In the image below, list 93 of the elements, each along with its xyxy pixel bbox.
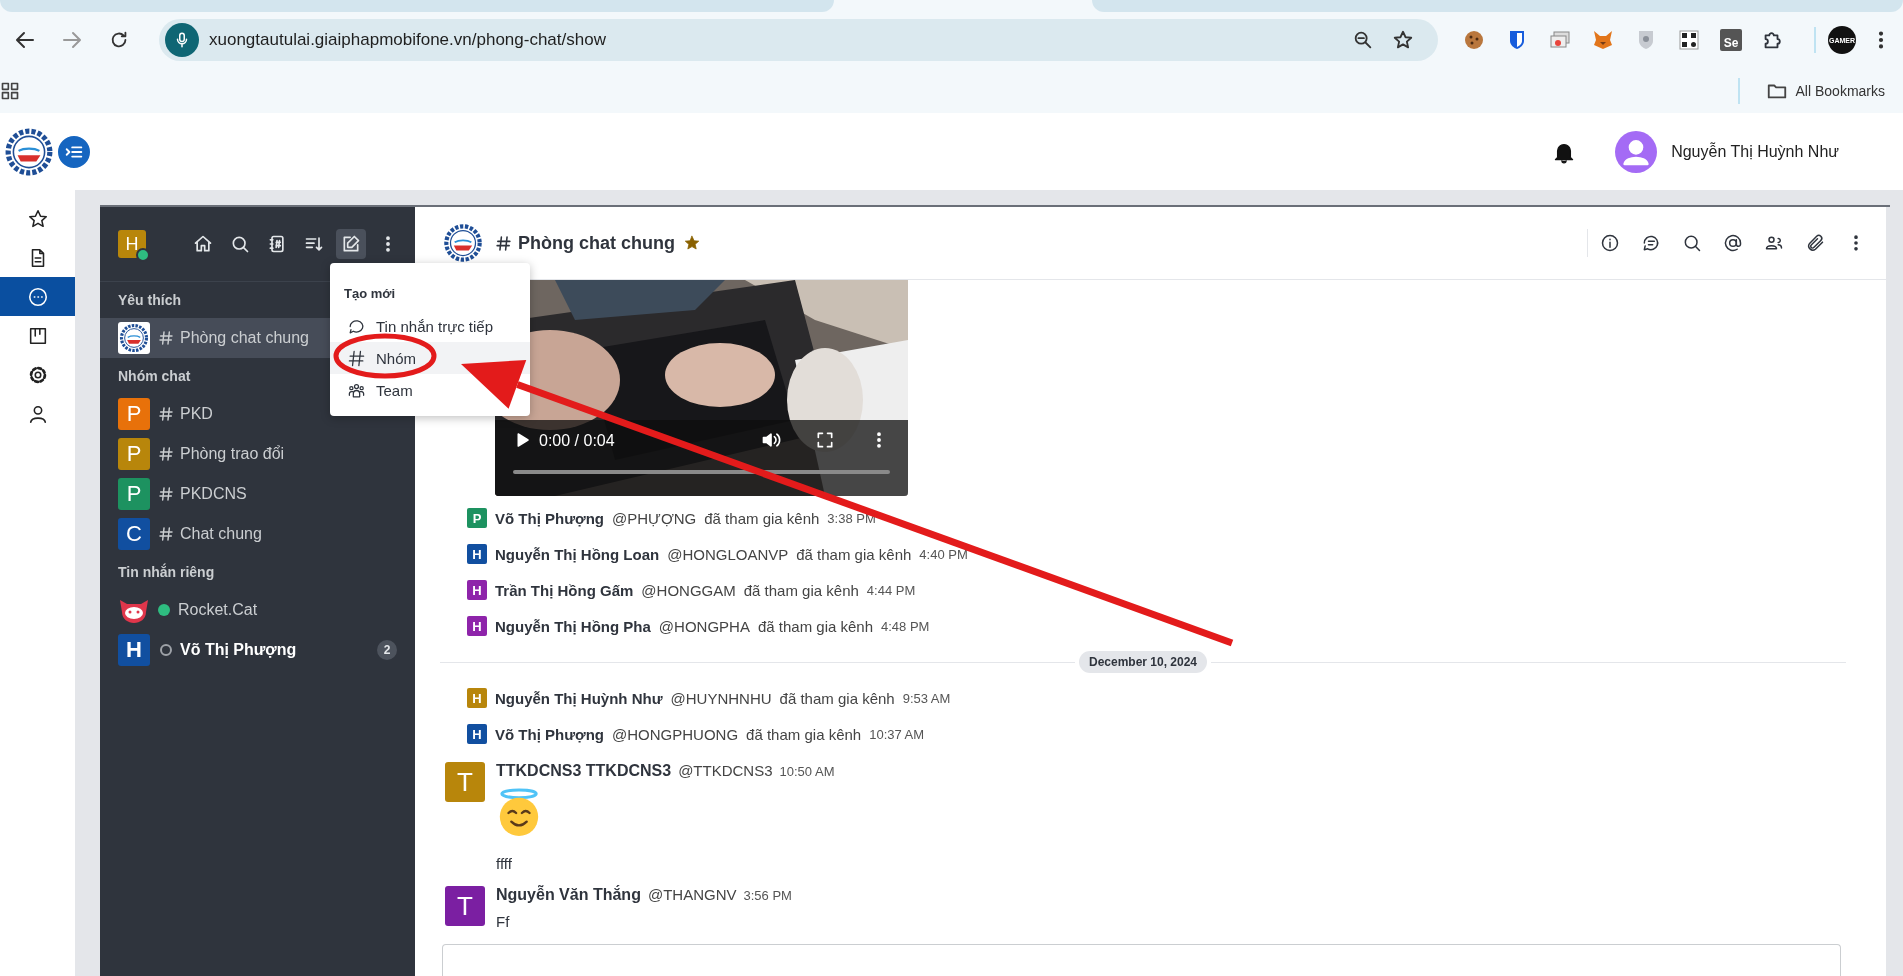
room-avatar: P	[118, 398, 150, 430]
username: @HONGPHUONG	[612, 725, 739, 743]
progress-track[interactable]	[513, 470, 890, 474]
room-item[interactable]: C Chat chung	[100, 514, 415, 554]
room-name: PKDCNS	[180, 485, 247, 503]
user-name[interactable]: Nguyễn Văn Thắng	[496, 886, 641, 904]
hash-icon	[347, 348, 366, 368]
system-text: đã tham gia kênh	[746, 725, 862, 743]
user-name[interactable]: Võ Thị Phượng	[495, 725, 604, 743]
fullscreen-icon[interactable]	[815, 430, 835, 450]
zoom-out-icon[interactable]	[1352, 29, 1374, 51]
room-item[interactable]: Rocket.Cat	[100, 590, 415, 630]
hash-icon	[158, 526, 174, 542]
username: @HONGPHA	[658, 617, 750, 635]
unread-badge: 2	[377, 640, 397, 660]
room-name: PKD	[180, 405, 213, 423]
username: @HUYNHNHU	[670, 689, 772, 707]
logo-icon	[4, 126, 54, 177]
room-avatar: P	[118, 438, 150, 470]
bookmark-star-icon[interactable]	[1392, 29, 1414, 51]
user-name[interactable]: Nguyễn Thị Huỳnh Như	[495, 689, 663, 707]
system-text: đã tham gia kênh	[779, 689, 895, 707]
username: @HONGGAM	[641, 581, 736, 599]
room-name: Chat chung	[180, 525, 262, 543]
username: @PHỰỢNG	[612, 509, 697, 527]
room-avatar: H	[118, 634, 150, 666]
room-title: Phòng chat chung	[518, 232, 675, 254]
user-avatar[interactable]: H	[467, 616, 487, 636]
room-name: Võ Thị Phượng	[180, 641, 297, 659]
user-avatar[interactable]: P	[467, 508, 487, 528]
timestamp: 3:56 PM	[743, 888, 792, 903]
compose-icon[interactable]	[336, 229, 366, 259]
bookmarks-link[interactable]: All Bookmarks	[1795, 82, 1885, 99]
hash-icon	[158, 446, 174, 462]
system-text: đã tham gia kênh	[796, 545, 912, 563]
star-icon[interactable]	[26, 207, 49, 230]
timestamp: 10:37 AM	[869, 726, 925, 742]
favorite-star-icon[interactable]	[683, 234, 701, 252]
user-avatar[interactable]: H	[467, 544, 487, 564]
system-text: đã tham gia kênh	[704, 509, 820, 527]
hash-icon	[158, 406, 174, 422]
user-avatar[interactable]: H	[467, 580, 487, 600]
room-item[interactable]: H Võ Thị Phượng 2	[100, 630, 415, 670]
room-name: Rocket.Cat	[178, 601, 258, 619]
user-name[interactable]: Võ Thị Phượng	[495, 509, 604, 527]
system-text: đã tham gia kênh	[743, 581, 859, 599]
user-name[interactable]: Trần Thị Hồng Gấm	[495, 581, 634, 599]
timestamp: 4:40 PM	[919, 546, 968, 562]
system-text: đã tham gia kênh	[757, 617, 873, 635]
section-title: Tin nhắn riêng	[118, 564, 215, 580]
username: @THANGNV	[647, 886, 737, 903]
section-title: Nhóm chat	[118, 368, 191, 384]
cookie-icon[interactable]	[1462, 28, 1486, 52]
extension-button[interactable]: Se	[1720, 29, 1742, 51]
date-label: December 10, 2024	[1078, 651, 1208, 673]
message-text: Ff	[496, 912, 511, 932]
username: @TTKDCNS3	[678, 762, 773, 779]
hash-icon	[158, 486, 174, 502]
user-avatar[interactable]: T	[445, 886, 485, 926]
qr-code-icon[interactable]	[1677, 28, 1701, 52]
room-avatar: C	[118, 518, 150, 550]
user-name[interactable]: Nguyễn Thị Hồng Loan	[495, 545, 660, 563]
avatar-icon[interactable]	[1615, 130, 1658, 173]
apps-icon[interactable]	[0, 80, 20, 101]
fox-icon[interactable]	[1591, 28, 1615, 52]
timestamp: 4:48 PM	[881, 618, 930, 634]
hash-icon	[158, 330, 174, 346]
url-text: xuongtautulai.giaiphapmobifone.vn/phong-chat/show	[209, 30, 607, 50]
timestamp: 10:50 AM	[779, 764, 835, 779]
video-time: 0:00 / 0:04	[539, 432, 615, 450]
chat-icon[interactable]	[26, 285, 49, 308]
username: @HONGLOANVP	[667, 545, 789, 563]
room-name: Phòng chat chung	[180, 329, 309, 347]
section-title: Yêu thích	[118, 292, 181, 308]
volume-icon[interactable]	[761, 430, 781, 450]
room-name: Phòng trao đổi	[180, 445, 285, 463]
address-bar[interactable]: xuongtautulai.giaiphapmobifone.vn/phong-chat/show	[159, 19, 1438, 61]
hash-icon	[495, 234, 512, 252]
nav-item[interactable]	[0, 277, 75, 316]
menu-title: Tạo mới	[343, 285, 397, 303]
timestamp: 9:53 AM	[902, 690, 951, 706]
user-avatar[interactable]: H	[467, 724, 487, 744]
room-item[interactable]: P Phòng trao đổi	[100, 434, 415, 474]
user-name[interactable]: TTKDCNS3 TTKDCNS3	[496, 762, 672, 780]
message-text: ffff	[496, 854, 513, 874]
room-item[interactable]: P PKDCNS	[100, 474, 415, 514]
user-name[interactable]: Nguyễn Thị Hồng Pha	[495, 617, 651, 635]
room-avatar: P	[118, 478, 150, 510]
microphone-icon[interactable]	[165, 23, 199, 57]
timestamp: 4:44 PM	[866, 582, 916, 598]
user-name[interactable]: Nguyễn Thị Huỳnh Như	[1671, 142, 1839, 161]
message-field[interactable]	[442, 944, 1841, 976]
logo-icon	[118, 322, 150, 354]
